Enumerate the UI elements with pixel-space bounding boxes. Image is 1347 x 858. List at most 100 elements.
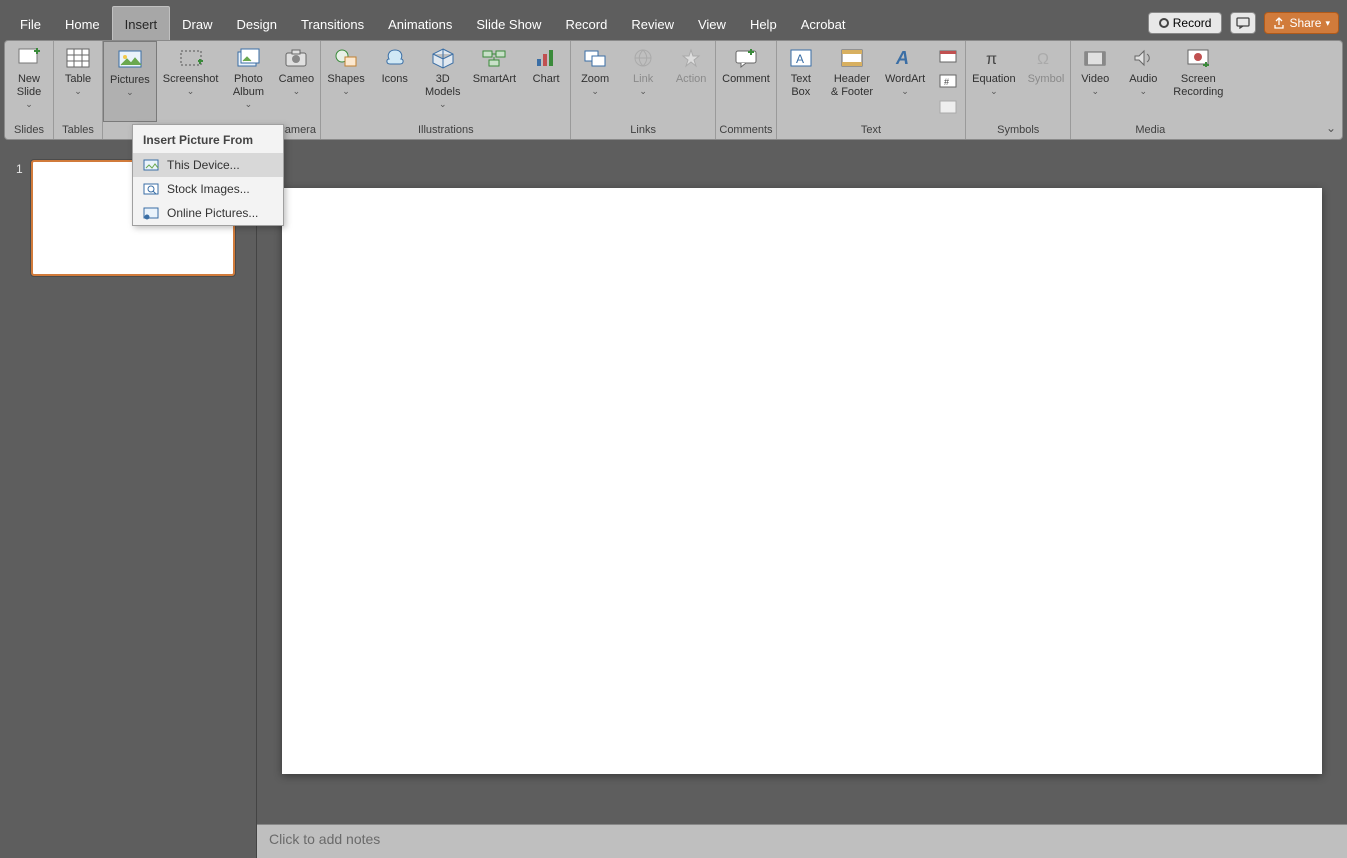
3d-models-button[interactable]: 3DModels ⌄ bbox=[419, 41, 467, 122]
textbox-label: TextBox bbox=[791, 73, 811, 99]
wordart-icon: A bbox=[889, 45, 921, 71]
record-button[interactable]: Record bbox=[1148, 12, 1223, 34]
pictures-button[interactable]: Pictures ⌄ bbox=[103, 41, 157, 122]
notes-pane[interactable]: Click to add notes bbox=[257, 824, 1347, 858]
tab-animations[interactable]: Animations bbox=[376, 7, 464, 40]
canvas-area: Click to add notes bbox=[256, 148, 1347, 858]
slide-number: 1 bbox=[16, 160, 23, 276]
screen-recording-label: ScreenRecording bbox=[1173, 73, 1223, 99]
table-label: Table bbox=[65, 73, 91, 86]
picture-icon bbox=[114, 46, 146, 72]
equation-button[interactable]: π Equation ⌄ bbox=[966, 41, 1021, 122]
group-label-comments: Comments bbox=[716, 122, 776, 139]
slide-thumbnails-panel[interactable]: 1 bbox=[0, 148, 256, 858]
textbox-button[interactable]: A TextBox bbox=[777, 41, 825, 122]
audio-button[interactable]: Audio ⌄ bbox=[1119, 41, 1167, 122]
collapse-ribbon-button[interactable]: ⌄ bbox=[1326, 121, 1336, 135]
new-slide-button[interactable]: NewSlide ⌄ bbox=[5, 41, 53, 122]
group-slides: NewSlide ⌄ Slides bbox=[5, 41, 54, 139]
zoom-button[interactable]: Zoom ⌄ bbox=[571, 41, 619, 122]
chevron-down-icon: ⌄ bbox=[342, 86, 350, 97]
header-footer-label: Header& Footer bbox=[831, 73, 873, 99]
tab-insert[interactable]: Insert bbox=[112, 6, 171, 40]
video-button[interactable]: Video ⌄ bbox=[1071, 41, 1119, 122]
date-icon bbox=[939, 49, 957, 63]
record-icon bbox=[1159, 18, 1169, 28]
online-pictures-icon bbox=[143, 206, 159, 220]
date-time-button[interactable] bbox=[937, 46, 959, 66]
group-media: Video ⌄ Audio ⌄ ScreenRecording Media bbox=[1071, 41, 1229, 139]
shapes-icon bbox=[330, 45, 362, 71]
share-icon bbox=[1273, 17, 1285, 29]
dropdown-online-pictures[interactable]: Online Pictures... bbox=[133, 201, 283, 225]
tab-acrobat[interactable]: Acrobat bbox=[789, 7, 858, 40]
chevron-down-icon: ⌄ bbox=[439, 99, 447, 110]
action-star-icon bbox=[675, 45, 707, 71]
object-icon bbox=[939, 100, 957, 114]
shapes-label: Shapes bbox=[327, 73, 364, 86]
dropdown-this-device[interactable]: This Device... bbox=[133, 153, 283, 177]
screen-recording-icon bbox=[1182, 45, 1214, 71]
chevron-down-icon: ▾ bbox=[1325, 18, 1330, 29]
tab-record[interactable]: Record bbox=[553, 7, 619, 40]
wordart-button[interactable]: A WordArt ⌄ bbox=[879, 41, 931, 122]
slide-canvas[interactable] bbox=[282, 188, 1322, 774]
shapes-button[interactable]: Shapes ⌄ bbox=[321, 41, 370, 122]
canvas-scroll[interactable] bbox=[257, 148, 1347, 824]
tab-draw[interactable]: Draw bbox=[170, 7, 224, 40]
table-button[interactable]: Table ⌄ bbox=[54, 41, 102, 122]
comment-button[interactable]: Comment bbox=[716, 41, 776, 122]
chevron-down-icon: ⌄ bbox=[25, 99, 33, 110]
tab-file[interactable]: File bbox=[8, 7, 53, 40]
menu-tabbar: File Home Insert Draw Design Transitions… bbox=[0, 0, 1347, 40]
chevron-down-icon: ⌄ bbox=[126, 87, 134, 98]
smartart-button[interactable]: SmartArt bbox=[467, 41, 522, 122]
svg-text:A: A bbox=[895, 48, 909, 68]
photo-album-icon bbox=[232, 45, 264, 71]
svg-text:π: π bbox=[986, 51, 997, 68]
link-button: Link ⌄ bbox=[619, 41, 667, 122]
tab-view[interactable]: View bbox=[686, 7, 738, 40]
number-icon: # bbox=[939, 74, 957, 88]
tab-home[interactable]: Home bbox=[53, 7, 112, 40]
screenshot-button[interactable]: Screenshot ⌄ bbox=[157, 41, 225, 122]
tab-slideshow[interactable]: Slide Show bbox=[464, 7, 553, 40]
chevron-down-icon: ⌄ bbox=[639, 86, 647, 97]
header-footer-button[interactable]: Header& Footer bbox=[825, 41, 879, 122]
chevron-down-icon: ⌄ bbox=[990, 86, 998, 97]
tab-review[interactable]: Review bbox=[619, 7, 686, 40]
group-illustrations: Shapes ⌄ Icons 3DModels ⌄ SmartArt Chart… bbox=[321, 41, 571, 139]
new-slide-label: NewSlide bbox=[17, 73, 41, 99]
icons-button[interactable]: Icons bbox=[371, 41, 419, 122]
audio-label: Audio bbox=[1129, 73, 1157, 86]
photo-album-label: PhotoAlbum bbox=[233, 73, 264, 99]
photo-album-button[interactable]: PhotoAlbum ⌄ bbox=[224, 41, 272, 122]
share-label: Share bbox=[1289, 16, 1321, 30]
screen-recording-button[interactable]: ScreenRecording bbox=[1167, 41, 1229, 122]
chevron-down-icon: ⌄ bbox=[293, 86, 301, 97]
chart-button[interactable]: Chart bbox=[522, 41, 570, 122]
new-slide-icon bbox=[13, 45, 45, 71]
action-label: Action bbox=[676, 73, 707, 86]
cameo-button[interactable]: Cameo ⌄ bbox=[272, 41, 320, 122]
slide-number-button[interactable]: # bbox=[937, 71, 959, 91]
comments-pane-button[interactable] bbox=[1230, 12, 1256, 34]
video-icon bbox=[1079, 45, 1111, 71]
table-icon bbox=[62, 45, 94, 71]
tab-help[interactable]: Help bbox=[738, 7, 789, 40]
dropdown-stock-images[interactable]: Stock Images... bbox=[133, 177, 283, 201]
zoom-icon bbox=[579, 45, 611, 71]
chevron-down-icon: ⌄ bbox=[245, 99, 253, 110]
group-label-media: Media bbox=[1071, 122, 1229, 139]
dropdown-item-label: This Device... bbox=[167, 158, 240, 172]
tab-transitions[interactable]: Transitions bbox=[289, 7, 376, 40]
cameo-label: Cameo bbox=[279, 73, 314, 86]
chevron-down-icon: ⌄ bbox=[74, 86, 82, 97]
symbol-button: Ω Symbol bbox=[1022, 41, 1071, 122]
icons-label: Icons bbox=[382, 73, 408, 86]
tab-design[interactable]: Design bbox=[225, 7, 289, 40]
share-button[interactable]: Share ▾ bbox=[1264, 12, 1339, 34]
symbol-icon: Ω bbox=[1030, 45, 1062, 71]
group-label-slides: Slides bbox=[5, 122, 53, 139]
dropdown-item-label: Stock Images... bbox=[167, 182, 250, 196]
